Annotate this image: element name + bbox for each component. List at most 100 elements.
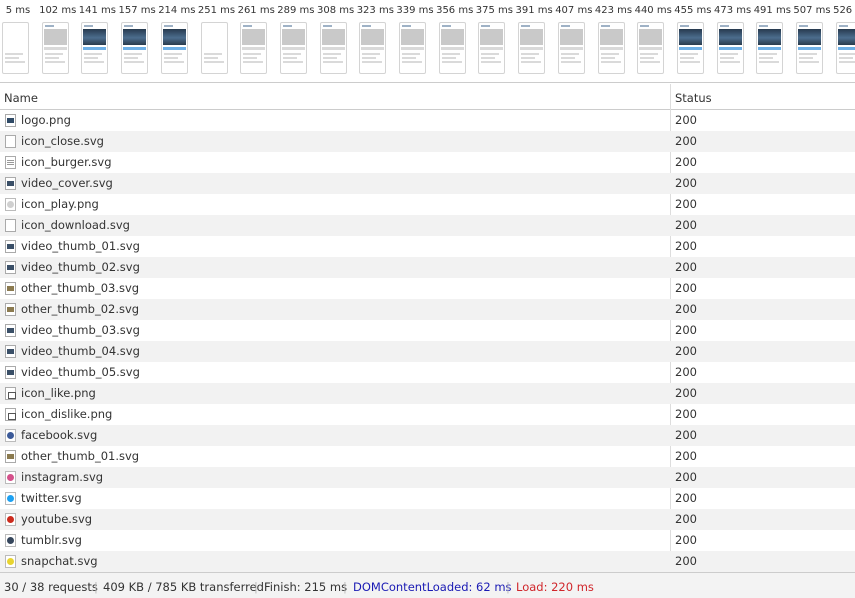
column-header-name[interactable]: Name <box>4 91 38 105</box>
table-row[interactable]: video_thumb_04.svg 200 <box>0 341 855 362</box>
request-name[interactable]: other_thumb_03.svg <box>21 281 139 295</box>
request-name[interactable]: instagram.svg <box>21 470 103 484</box>
screenshot-thumbnail[interactable] <box>796 22 823 74</box>
screenshot-thumbnail[interactable] <box>438 22 466 74</box>
file-type-icon <box>5 198 16 211</box>
request-name[interactable]: other_thumb_02.svg <box>21 302 139 316</box>
screenshot-thumbnail[interactable] <box>121 22 149 74</box>
request-name[interactable]: icon_play.png <box>21 197 99 211</box>
screenshot-thumbnail[interactable] <box>637 22 665 74</box>
request-name[interactable]: tumblr.svg <box>21 533 82 547</box>
filmstrip-frame[interactable]: 308 ms <box>316 0 356 82</box>
filmstrip-frame[interactable]: 214 ms <box>157 0 197 82</box>
request-name[interactable]: icon_download.svg <box>21 218 130 232</box>
screenshot-thumbnail[interactable] <box>597 22 625 74</box>
filmstrip-frame[interactable]: 526 ms <box>832 0 855 82</box>
table-row[interactable]: icon_burger.svg 200 <box>0 152 855 173</box>
table-row[interactable]: video_thumb_03.svg 200 <box>0 320 855 341</box>
table-row[interactable]: youtube.svg 200 <box>0 509 855 530</box>
filmstrip-frame[interactable]: 5 ms <box>0 0 38 82</box>
screenshot-thumbnail[interactable] <box>676 22 704 74</box>
filmstrip-frame[interactable]: 102 ms <box>38 0 78 82</box>
request-name[interactable]: video_thumb_05.svg <box>21 365 140 379</box>
screenshot-thumbnail[interactable] <box>399 22 426 74</box>
table-row[interactable]: icon_play.png 200 <box>0 194 855 215</box>
filmstrip-frame[interactable]: 289 ms <box>276 0 316 82</box>
table-row[interactable]: other_thumb_01.svg 200 <box>0 446 855 467</box>
screenshot-thumbnail[interactable] <box>160 22 188 74</box>
filmstrip-frame[interactable]: 375 ms <box>474 0 514 82</box>
request-name[interactable]: logo.png <box>21 113 71 127</box>
screenshot-thumbnail[interactable] <box>81 22 109 74</box>
screenshot-thumbnail[interactable] <box>557 22 585 74</box>
column-header-status[interactable]: Status <box>675 91 712 105</box>
screenshot-thumbnail[interactable] <box>279 22 307 74</box>
request-name[interactable]: icon_like.png <box>21 386 96 400</box>
screenshot-thumbnail[interactable] <box>518 22 546 74</box>
filmstrip-frame[interactable]: 507 ms <box>792 0 832 82</box>
request-name[interactable]: facebook.svg <box>21 428 97 442</box>
request-name[interactable]: video_cover.svg <box>21 176 113 190</box>
request-name[interactable]: icon_burger.svg <box>21 155 112 169</box>
filmstrip-frame[interactable]: 440 ms <box>633 0 673 82</box>
screenshot-thumbnail[interactable] <box>240 22 268 74</box>
table-row[interactable]: facebook.svg 200 <box>0 425 855 446</box>
table-row[interactable]: icon_download.svg 200 <box>0 215 855 236</box>
table-row[interactable]: twitter.svg 200 <box>0 488 855 509</box>
screenshot-thumbnail[interactable] <box>41 22 69 74</box>
filmstrip-frame[interactable]: 323 ms <box>355 0 395 82</box>
screenshot-thumbnail[interactable] <box>200 22 228 74</box>
file-type-icon <box>5 303 16 316</box>
request-status: 200 <box>675 491 697 505</box>
table-row[interactable]: instagram.svg 200 <box>0 467 855 488</box>
filmstrip-frame[interactable]: 339 ms <box>395 0 435 82</box>
table-row[interactable]: other_thumb_03.svg 200 <box>0 278 855 299</box>
request-name[interactable]: icon_close.svg <box>21 134 104 148</box>
table-row[interactable]: video_cover.svg 200 <box>0 173 855 194</box>
screenshot-thumbnail[interactable] <box>835 22 855 74</box>
request-status: 200 <box>675 512 697 526</box>
screenshot-thumbnail[interactable] <box>716 22 744 74</box>
request-name[interactable]: other_thumb_01.svg <box>21 449 139 463</box>
request-name[interactable]: icon_dislike.png <box>21 407 112 421</box>
request-name[interactable]: snapchat.svg <box>21 554 98 568</box>
screenshot-thumbnail[interactable] <box>359 22 387 74</box>
screenshot-thumbnail[interactable] <box>478 22 506 74</box>
frame-time: 375 ms <box>475 5 513 16</box>
table-row[interactable]: logo.png 200 <box>0 110 855 131</box>
table-row[interactable]: other_thumb_02.svg 200 <box>0 299 855 320</box>
request-name[interactable]: video_thumb_02.svg <box>21 260 140 274</box>
request-name[interactable]: youtube.svg <box>21 512 92 526</box>
request-name[interactable]: video_thumb_01.svg <box>21 239 140 253</box>
filmstrip-frame[interactable]: 423 ms <box>594 0 634 82</box>
table-row[interactable]: snapchat.svg 200 <box>0 551 855 572</box>
screenshot-thumbnail[interactable] <box>319 22 347 74</box>
filmstrip-frame[interactable]: 157 ms <box>117 0 157 82</box>
table-header: Name Status <box>0 84 855 110</box>
filmstrip-frame[interactable]: 491 ms <box>752 0 792 82</box>
table-row[interactable]: icon_like.png 200 <box>0 383 855 404</box>
table-row[interactable]: tumblr.svg 200 <box>0 530 855 551</box>
request-name[interactable]: video_thumb_04.svg <box>21 344 140 358</box>
finish-time: Finish: 215 ms <box>264 580 348 594</box>
request-name[interactable]: twitter.svg <box>21 491 82 505</box>
filmstrip-frame[interactable]: 473 ms <box>713 0 753 82</box>
filmstrip-frame[interactable]: 141 ms <box>77 0 117 82</box>
table-row[interactable]: icon_close.svg 200 <box>0 131 855 152</box>
request-status: 200 <box>675 218 697 232</box>
filmstrip-frame[interactable]: 391 ms <box>514 0 554 82</box>
table-row[interactable]: video_thumb_05.svg 200 <box>0 362 855 383</box>
screenshot-thumbnail[interactable] <box>2 22 29 74</box>
table-row[interactable]: icon_dislike.png 200 <box>0 404 855 425</box>
request-name[interactable]: video_thumb_03.svg <box>21 323 140 337</box>
table-row[interactable]: video_thumb_01.svg 200 <box>0 236 855 257</box>
filmstrip-frame[interactable]: 261 ms <box>236 0 276 82</box>
frame-time: 526 ms <box>833 5 855 16</box>
file-type-icon <box>5 513 16 526</box>
table-row[interactable]: video_thumb_02.svg 200 <box>0 257 855 278</box>
filmstrip-frame[interactable]: 356 ms <box>435 0 475 82</box>
filmstrip-frame[interactable]: 455 ms <box>673 0 713 82</box>
filmstrip-frame[interactable]: 407 ms <box>554 0 594 82</box>
screenshot-thumbnail[interactable] <box>756 22 784 74</box>
filmstrip-frame[interactable]: 251 ms <box>197 0 237 82</box>
